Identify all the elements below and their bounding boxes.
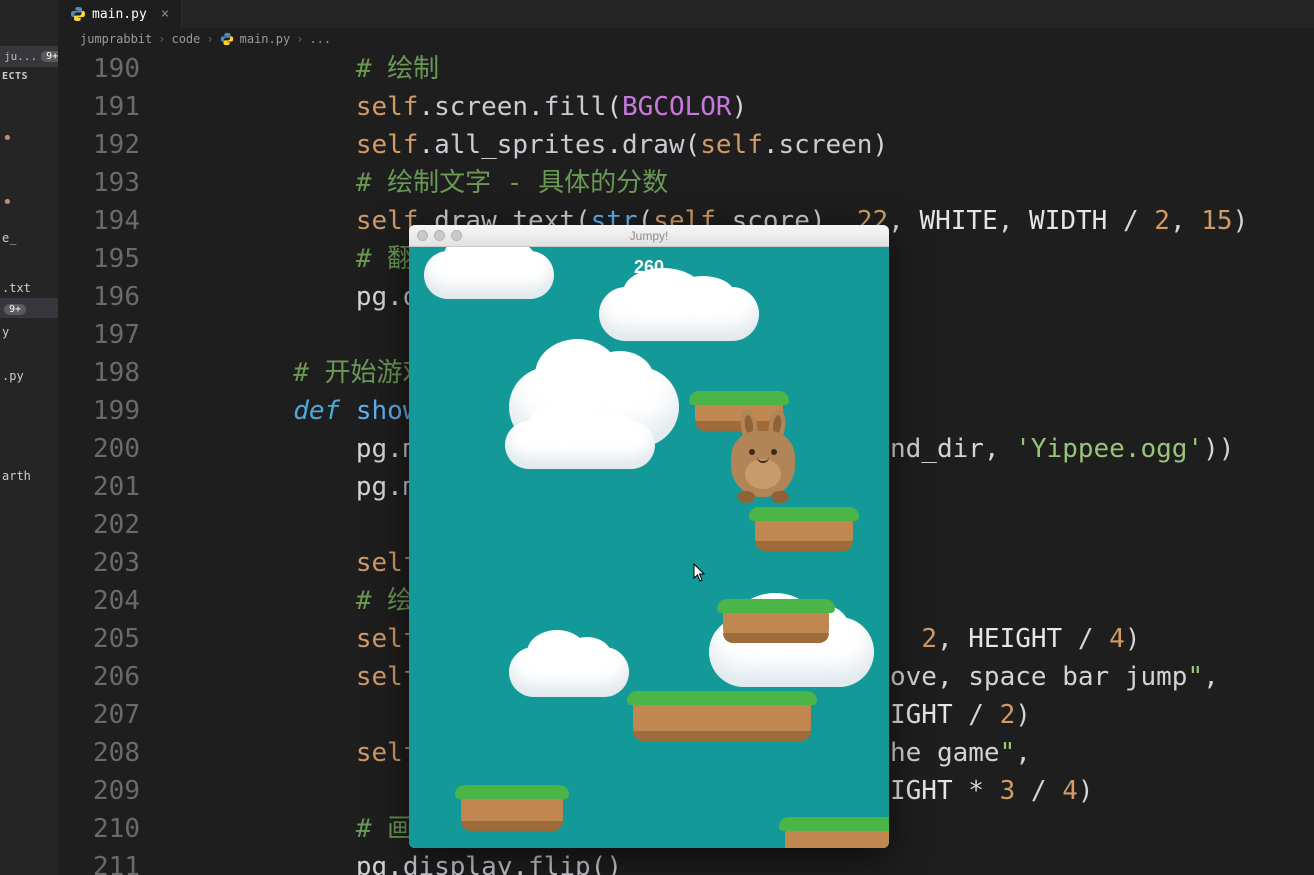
line-number: 201 [58, 468, 168, 506]
line-number: 203 [58, 544, 168, 582]
cloud-sprite [505, 421, 655, 469]
code-content-tail: nd_dir, 'Yippee.ogg')) [890, 430, 1234, 468]
platform-sprite [627, 691, 817, 741]
code-content-tail: he game", [890, 734, 1031, 772]
line-number: 197 [58, 316, 168, 354]
line-number: 205 [58, 620, 168, 658]
changes-count-badge: 9+ [4, 304, 26, 315]
breadcrumb-seg[interactable]: ... [309, 32, 331, 46]
line-number: 198 [58, 354, 168, 392]
sidebar-file-fragment-arth[interactable]: arth [0, 466, 58, 486]
line-number: 206 [58, 658, 168, 696]
code-content-tail: IGHT / 2) [890, 696, 1031, 734]
line-number: 193 [58, 164, 168, 202]
line-number: 202 [58, 506, 168, 544]
modified-dot-icon: • [2, 130, 13, 149]
code-content[interactable]: self.all_sprites.draw(self.screen) [168, 126, 1314, 164]
chevron-right-icon: › [296, 32, 303, 46]
chevron-right-icon: › [206, 32, 213, 46]
platform-sprite [779, 817, 889, 848]
line-number: 194 [58, 202, 168, 240]
code-content-tail: ove, space bar jump", [890, 658, 1219, 696]
code-line[interactable]: 193 # 绘制文字 - 具体的分数 [58, 164, 1314, 202]
player-bunny-sprite [723, 413, 803, 503]
editor-tab-bar: main.py × [58, 0, 1314, 28]
line-number: 209 [58, 772, 168, 810]
cloud-sprite [599, 287, 759, 341]
line-number: 191 [58, 88, 168, 126]
sidebar-item-modified-2[interactable]: • [0, 194, 58, 214]
tab-main-py[interactable]: main.py × [58, 0, 182, 28]
line-number: 208 [58, 734, 168, 772]
code-content-tail: IGHT * 3 / 4) [890, 772, 1094, 810]
code-content-tail: 2, HEIGHT / 4) [890, 620, 1140, 658]
modified-dot-icon: • [2, 194, 13, 213]
platform-sprite [717, 599, 835, 643]
tab-filename: main.py [92, 7, 147, 22]
sidebar-item-changes[interactable]: 9+ [0, 298, 58, 318]
changes-badge: 9+ [41, 51, 58, 62]
sidebar-item-modified[interactable]: • [0, 130, 58, 150]
code-line[interactable]: 192 self.all_sprites.draw(self.screen) [58, 126, 1314, 164]
line-number: 200 [58, 430, 168, 468]
code-line[interactable]: 211 pg.display.flip() [58, 848, 1314, 875]
platform-sprite [749, 507, 859, 551]
line-number: 196 [58, 278, 168, 316]
platform-sprite [455, 785, 569, 831]
mouse-cursor-icon [693, 563, 707, 583]
pygame-window[interactable]: Jumpy! 260 [409, 225, 889, 848]
code-content[interactable]: pg.display.flip() [168, 848, 1314, 875]
sidebar-file-fragment-py[interactable]: .py [0, 366, 58, 386]
breadcrumb[interactable]: jumprabbit › code › main.py › ... [58, 28, 1314, 50]
sidebar-file-fragment-e[interactable]: e_ [0, 228, 58, 248]
line-number: 211 [58, 848, 168, 875]
line-number: 210 [58, 810, 168, 848]
line-number: 207 [58, 696, 168, 734]
line-number: 192 [58, 126, 168, 164]
sidebar-file-fragment-y[interactable]: y [0, 322, 58, 342]
breadcrumb-seg[interactable]: code [171, 32, 200, 46]
folder-name: ju... [4, 50, 37, 63]
file-explorer-sidebar[interactable]: ju... 9+ ECTS • • e_ .txt 9+ y .py arth [0, 0, 58, 875]
tab-close-icon[interactable]: × [161, 6, 169, 22]
window-titlebar[interactable]: Jumpy! [409, 225, 889, 247]
line-number: 204 [58, 582, 168, 620]
breadcrumb-seg[interactable]: jumprabbit [80, 32, 152, 46]
sidebar-file-fragment-txt[interactable]: .txt [0, 278, 58, 298]
game-canvas[interactable]: 260 [409, 247, 889, 848]
cloud-sprite [424, 251, 554, 299]
code-content[interactable]: # 绘制文字 - 具体的分数 [168, 164, 1314, 202]
line-number: 195 [58, 240, 168, 278]
breadcrumb-seg[interactable]: main.py [240, 32, 291, 46]
chevron-right-icon: › [158, 32, 165, 46]
line-number: 199 [58, 392, 168, 430]
code-line[interactable]: 190 # 绘制 [58, 50, 1314, 88]
explorer-section-label: ECTS [0, 67, 58, 86]
python-file-icon [70, 6, 86, 22]
open-editor-folder[interactable]: ju... 9+ [0, 46, 58, 67]
python-file-icon [220, 32, 234, 46]
code-line[interactable]: 191 self.screen.fill(BGCOLOR) [58, 88, 1314, 126]
line-number: 190 [58, 50, 168, 88]
code-content[interactable]: # 绘制 [168, 50, 1314, 88]
cloud-sprite [509, 647, 629, 697]
window-title: Jumpy! [409, 229, 889, 243]
code-content[interactable]: self.screen.fill(BGCOLOR) [168, 88, 1314, 126]
